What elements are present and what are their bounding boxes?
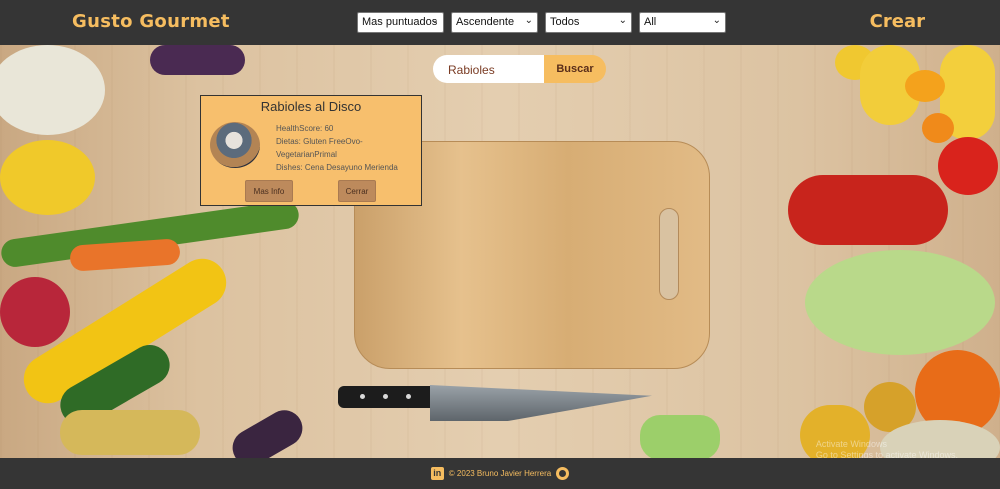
chevron-down-icon: ⌄ (618, 15, 627, 26)
tomato-image (938, 137, 998, 195)
source-select-value: All (644, 16, 657, 28)
watermark-line: Activate Windows (815, 439, 887, 449)
chevron-down-icon: ⌄ (712, 15, 721, 26)
dishes-line: Dishes: Cena Desayuno Merienda (276, 163, 398, 172)
board-handle-hole (659, 208, 679, 300)
more-info-button[interactable]: Mas Info (245, 180, 293, 202)
github-icon[interactable] (556, 467, 570, 480)
chevron-down-icon: ⌄ (430, 15, 439, 26)
source-select[interactable]: All ⌄ (639, 12, 726, 33)
chevron-down-icon: ⌄ (524, 15, 533, 26)
recipe-card: Rabioles al Disco HealthScore: 60 Dietas… (200, 95, 422, 206)
hero-background: Rabioles Buscar Rabioles al Disco Health… (0, 45, 1000, 458)
health-score: HealthScore: 60 (276, 124, 334, 133)
order-select[interactable]: Ascendente ⌄ (451, 12, 538, 33)
filter-bar: Mas puntuados ⌄ Ascendente ⌄ Todos ⌄ All… (357, 12, 726, 33)
orange-tomato-image (905, 70, 945, 102)
knife-handle-image (338, 386, 432, 408)
sort-by-select-value: Mas puntuados (362, 16, 438, 28)
diet-select[interactable]: Todos ⌄ (545, 12, 632, 33)
sort-by-select[interactable]: Mas puntuados ⌄ (357, 12, 444, 33)
diet-select-value: Todos (550, 16, 580, 28)
diets-line: Dietas: Gluten FreeOvo- (276, 137, 363, 146)
footer: in © 2023 Bruno Javier Herrera (0, 458, 1000, 489)
brand-title[interactable]: Gusto Gourmet (72, 11, 230, 32)
watermark-line: Go to Settings to activate Windows. (815, 450, 958, 458)
onion-image (0, 277, 70, 347)
orange-tomato-image (922, 113, 954, 143)
windows-activation-watermark: Activate Windows Go to Settings to activ… (816, 439, 958, 458)
cherry-tomatoes-image (788, 175, 948, 245)
recipe-image (210, 122, 260, 168)
cauliflower-image (0, 45, 105, 135)
search-button[interactable]: Buscar (544, 55, 606, 83)
pepper-image (0, 140, 95, 215)
eggplant-top-image (150, 45, 245, 75)
diets-line: VegetarianPrimal (276, 150, 337, 159)
cabbage-image (805, 250, 995, 355)
navbar: Gusto Gourmet Mas puntuados ⌄ Ascendente… (0, 0, 1000, 45)
linkedin-icon[interactable]: in (430, 467, 444, 480)
knife-blade-image (430, 385, 652, 421)
recipe-title: Rabioles al Disco (260, 99, 362, 114)
melon-image (60, 410, 200, 455)
search-input[interactable]: Rabioles (433, 55, 544, 83)
create-link[interactable]: Crear (870, 11, 925, 32)
close-button[interactable]: Cerrar (338, 180, 376, 202)
copyright-text: © 2023 Bruno Javier Herrera (448, 469, 552, 478)
order-select-value: Ascendente (456, 16, 515, 28)
celery-image (640, 415, 720, 458)
search-bar: Rabioles Buscar (433, 55, 606, 83)
eggplant-image (226, 403, 309, 458)
